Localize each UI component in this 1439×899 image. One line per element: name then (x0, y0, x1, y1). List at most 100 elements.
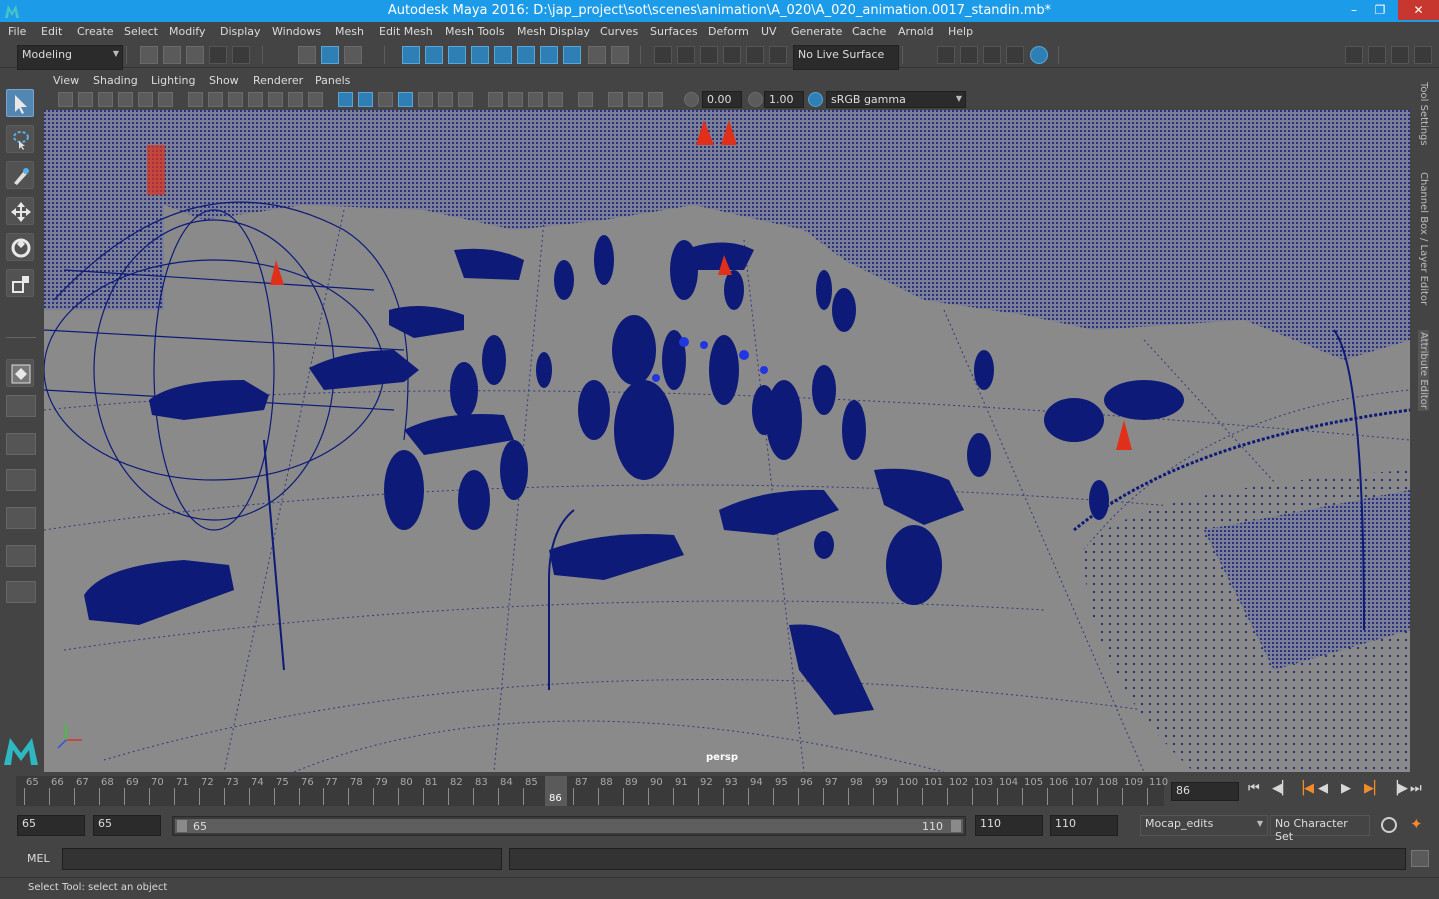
play-backwards-icon[interactable]: ◀ (1318, 781, 1328, 796)
ipr-render-icon[interactable] (983, 46, 1001, 64)
snap-grid-icon[interactable] (654, 46, 672, 64)
image-plane-icon[interactable] (118, 92, 133, 107)
step-forward-frame-icon[interactable]: ▕▶ (1388, 781, 1408, 796)
step-back-frame-icon[interactable]: ◀▏ (1272, 781, 1292, 796)
snap-curve-icon[interactable] (677, 46, 695, 64)
perspective-viewport[interactable]: persp (44, 110, 1410, 772)
go-to-end-icon[interactable]: ⏭ (1410, 781, 1422, 796)
shadows-icon[interactable] (438, 92, 453, 107)
hypershade-layout-button[interactable] (6, 507, 36, 529)
panel-menu-view[interactable]: View (53, 74, 79, 87)
single-pane-layout-button[interactable] (6, 359, 34, 387)
scale-tool-button[interactable] (6, 269, 34, 297)
menu-generate[interactable]: Generate (791, 25, 842, 38)
motion-blur-icon[interactable] (488, 92, 503, 107)
tab-channel-box[interactable]: Channel Box / Layer Editor (1418, 172, 1429, 305)
animation-start-field[interactable]: 65 (17, 815, 85, 836)
toggle-channel-box-icon[interactable] (1414, 46, 1432, 64)
menu-help[interactable]: Help (948, 25, 973, 38)
time-ruler[interactable]: 65 66 67 68 69 70 71 72 73 74 75 76 77 78 79 80 81 82 83 84… (16, 776, 1168, 806)
rotate-tool-button[interactable] (6, 233, 34, 261)
menu-deform[interactable]: Deform (708, 25, 749, 38)
menu-cache[interactable]: Cache (852, 25, 886, 38)
backface-culling-icon[interactable] (648, 92, 663, 107)
go-to-start-icon[interactable]: ⏮ (1248, 781, 1260, 796)
smooth-shading-icon[interactable] (358, 92, 373, 107)
select-rendering-icon[interactable] (540, 46, 558, 64)
menu-mesh-display[interactable]: Mesh Display (517, 25, 590, 38)
four-pane-layout-button[interactable] (6, 395, 36, 417)
multisample-aa-icon[interactable] (508, 92, 523, 107)
toggle-attribute-editor-icon[interactable] (1391, 46, 1409, 64)
menu-uv[interactable]: UV (761, 25, 777, 38)
playback-start-field[interactable]: 65 (93, 815, 161, 836)
undo-icon[interactable] (209, 46, 227, 64)
select-deformations-icon[interactable] (471, 46, 489, 64)
select-misc-icon[interactable] (563, 46, 581, 64)
hypershade-icon[interactable] (1030, 46, 1048, 64)
step-forward-key-icon[interactable]: ▶▏ (1364, 781, 1384, 796)
wireframe-shading-icon[interactable] (338, 92, 353, 107)
field-chart-icon[interactable] (268, 92, 283, 107)
select-hierarchy-icon[interactable] (298, 46, 316, 64)
auto-key-icon[interactable] (1381, 817, 1397, 833)
menu-edit[interactable]: Edit (41, 25, 62, 38)
camera-attributes-icon[interactable] (58, 92, 73, 107)
textured-icon[interactable] (398, 92, 413, 107)
animation-end-field[interactable]: 110 (1050, 815, 1118, 836)
gamma-field[interactable]: 1.00 (764, 91, 804, 108)
menu-edit-mesh[interactable]: Edit Mesh (379, 25, 433, 38)
current-time-field[interactable]: 86 (1171, 782, 1239, 801)
range-start-handle[interactable] (177, 820, 187, 832)
save-scene-icon[interactable] (186, 46, 204, 64)
safe-title-icon[interactable] (308, 92, 323, 107)
color-management-icon[interactable] (808, 92, 823, 107)
panel-menu-show[interactable]: Show (209, 74, 239, 87)
close-button[interactable]: ✕ (1398, 0, 1439, 20)
outliner-layout-button[interactable] (6, 545, 36, 567)
menu-set-dropdown[interactable]: Modeling ▼ (17, 45, 123, 70)
menu-mesh-tools[interactable]: Mesh Tools (445, 25, 505, 38)
command-input[interactable] (62, 848, 502, 870)
panel-menu-panels[interactable]: Panels (315, 74, 350, 87)
snap-view-plane-icon[interactable] (723, 46, 741, 64)
pick-mask-icon[interactable] (402, 46, 420, 64)
use-all-lights-icon[interactable] (418, 92, 433, 107)
menu-surfaces[interactable]: Surfaces (650, 25, 698, 38)
range-end-handle[interactable] (951, 820, 961, 832)
menu-modify[interactable]: Modify (169, 25, 205, 38)
move-tool-button[interactable] (6, 197, 34, 225)
current-time-marker[interactable]: 86 (545, 776, 567, 806)
toggle-modeling-toolkit-icon[interactable] (1368, 46, 1386, 64)
grid-toggle-icon[interactable] (188, 92, 203, 107)
character-set-dropdown[interactable]: No Character Set (1270, 815, 1370, 843)
snap-live-icon[interactable] (746, 46, 764, 64)
depth-of-field-icon[interactable] (528, 92, 543, 107)
workspace-icon[interactable] (1345, 46, 1363, 64)
paint-select-tool-button[interactable] (6, 161, 34, 189)
persp-graph-layout-button[interactable] (6, 469, 36, 491)
maximize-button[interactable]: ❐ (1366, 0, 1394, 20)
menu-curves[interactable]: Curves (600, 25, 638, 38)
tab-attribute-editor[interactable]: Attribute Editor (1418, 330, 1429, 411)
open-scene-icon[interactable] (163, 46, 181, 64)
custom-layout-button[interactable] (6, 581, 36, 603)
menu-file[interactable]: File (8, 25, 26, 38)
xray-icon[interactable] (578, 92, 593, 107)
isolate-select-icon[interactable] (548, 92, 563, 107)
lock-selection-icon[interactable] (588, 46, 606, 64)
xray-components-icon[interactable] (628, 92, 643, 107)
snap-point-icon[interactable] (700, 46, 718, 64)
scene-wireframe[interactable] (44, 110, 1410, 772)
animation-preferences-icon[interactable]: ✦ (1410, 815, 1423, 833)
wireframe-on-shaded-icon[interactable] (378, 92, 393, 107)
view-transform-dropdown[interactable]: sRGB gamma ▼ (826, 91, 966, 108)
highlight-selection-icon[interactable] (611, 46, 629, 64)
select-object-icon[interactable] (321, 46, 339, 64)
resolution-gate-icon[interactable] (228, 92, 243, 107)
exposure-icon[interactable] (684, 92, 699, 107)
redo-icon[interactable] (232, 46, 250, 64)
select-joints-icon[interactable] (494, 46, 512, 64)
two-d-pan-zoom-icon[interactable] (138, 92, 153, 107)
render-current-frame-icon[interactable] (960, 46, 978, 64)
